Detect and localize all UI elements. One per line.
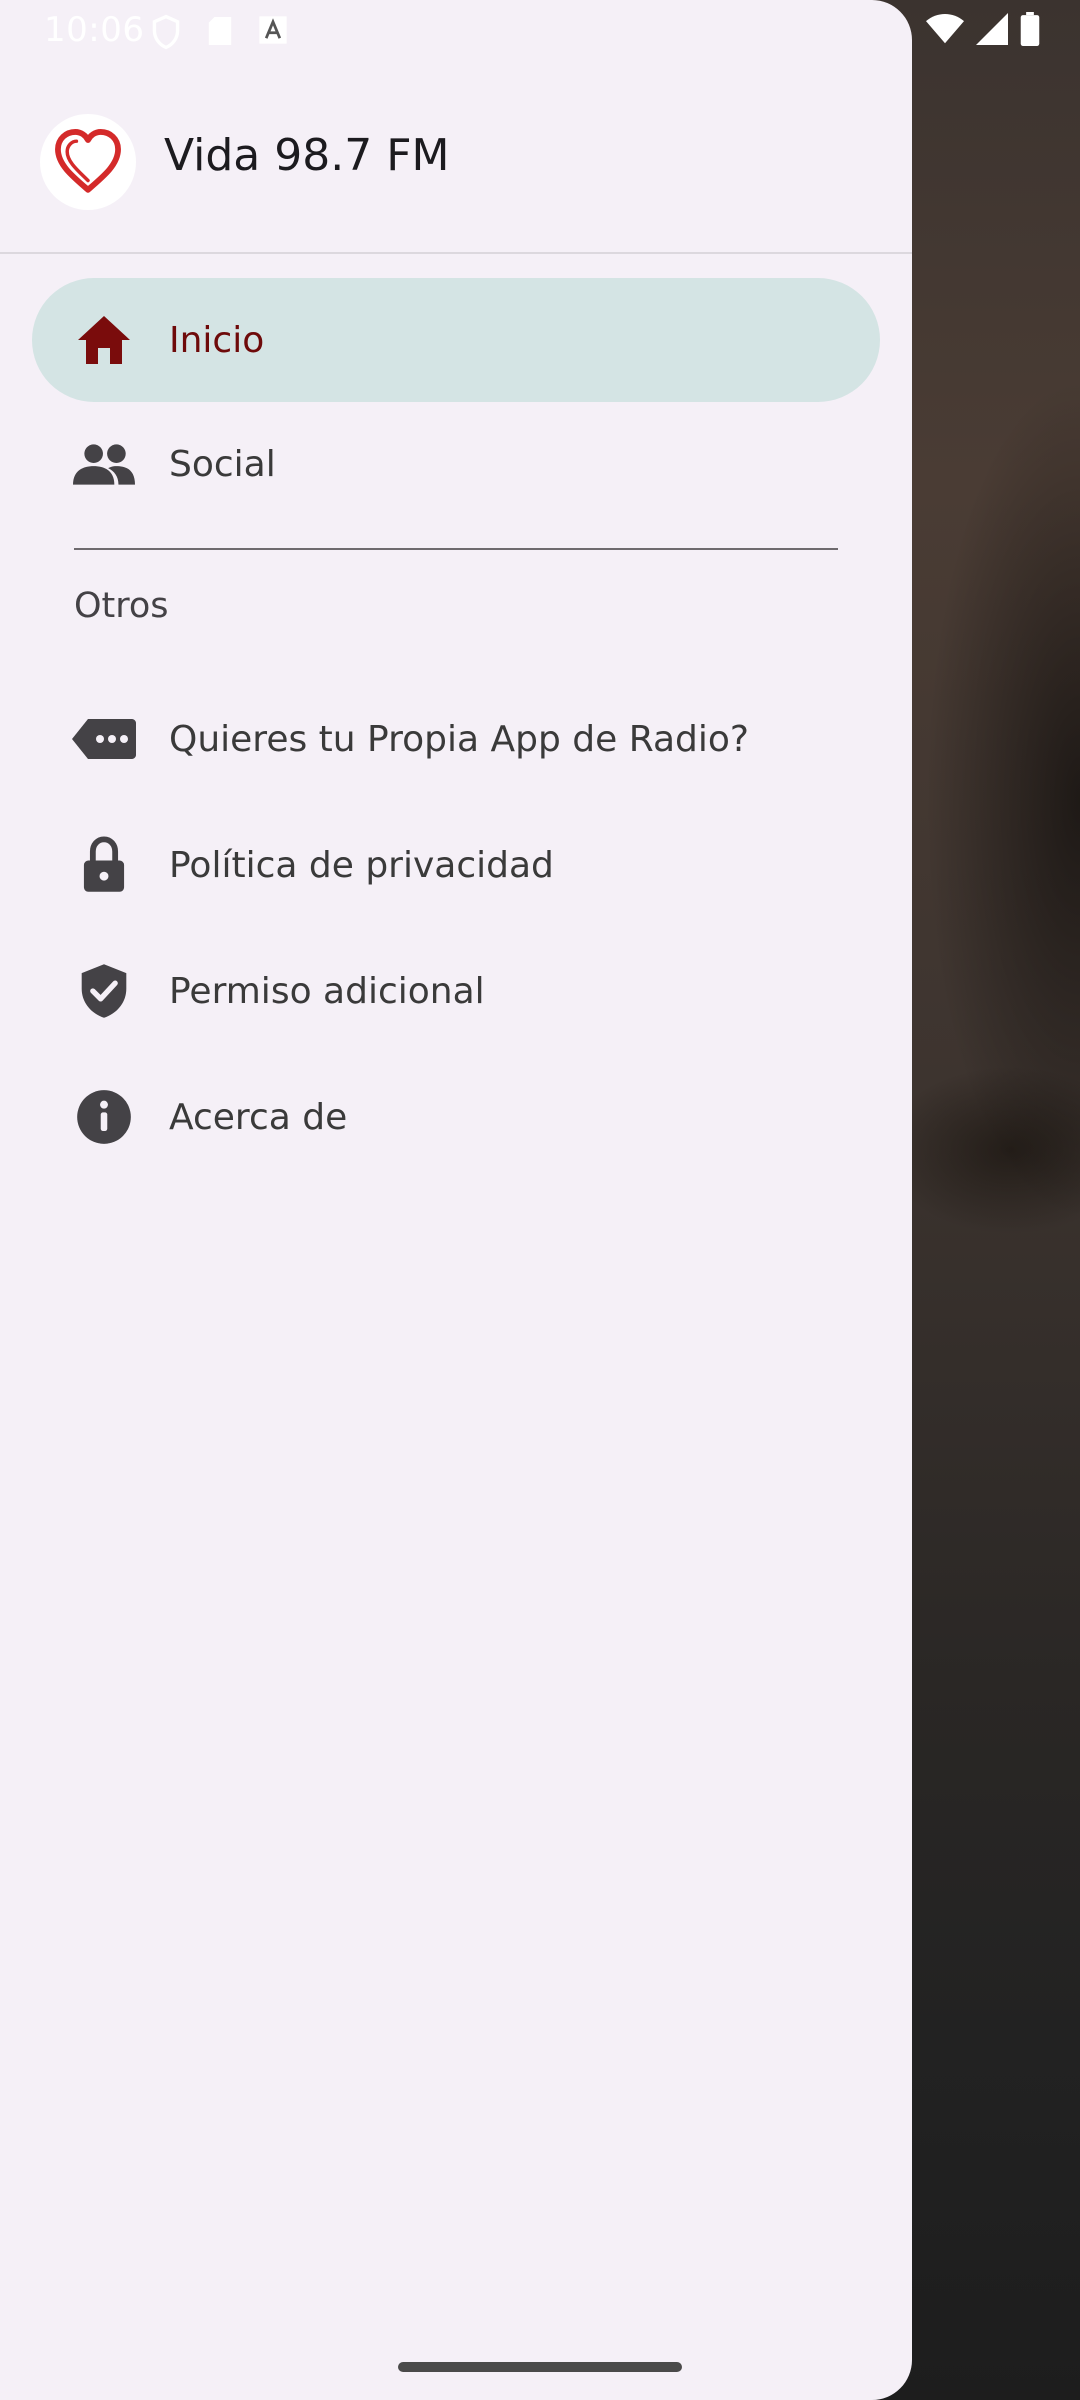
- drawer-item-permission[interactable]: Permiso adicional: [32, 929, 880, 1053]
- status-time: 10:06: [44, 10, 145, 50]
- drawer-item-label: Social: [169, 443, 276, 485]
- drawer-item-own-app[interactable]: Quieres tu Propia App de Radio?: [32, 677, 880, 801]
- notification-icons: [150, 14, 288, 54]
- verified-shield-icon: [72, 959, 136, 1023]
- status-bar: 10:06: [0, 0, 1080, 62]
- drawer-item-privacy[interactable]: Política de privacidad: [32, 803, 880, 927]
- tag-dots-icon: [72, 707, 136, 771]
- home-indicator[interactable]: [398, 2362, 682, 2372]
- drawer-item-label: Política de privacidad: [169, 844, 554, 886]
- heart-logo: [40, 114, 136, 210]
- drawer-item-label: Quieres tu Propia App de Radio?: [169, 718, 749, 760]
- font-icon: [258, 14, 288, 54]
- lock-icon: [72, 833, 136, 897]
- info-icon: [72, 1085, 136, 1149]
- signal-icon: [976, 13, 1008, 49]
- navigation-drawer: Vida 98.7 FM Inicio Social Otros Quieres…: [0, 0, 912, 2400]
- home-icon: [72, 308, 136, 372]
- drawer-item-social[interactable]: Social: [32, 402, 880, 526]
- system-icons: [926, 12, 1040, 50]
- drawer-item-label: Inicio: [169, 319, 265, 361]
- drawer-item-label: Acerca de: [169, 1096, 348, 1138]
- drawer-item-inicio[interactable]: Inicio: [32, 278, 880, 402]
- divider: [74, 548, 838, 550]
- sd-card-icon: [206, 14, 234, 54]
- battery-icon: [1020, 12, 1040, 50]
- shield-icon: [150, 14, 182, 54]
- people-icon: [72, 432, 136, 496]
- wifi-icon: [926, 13, 964, 49]
- app-title: Vida 98.7 FM: [164, 130, 450, 181]
- drawer-item-about[interactable]: Acerca de: [32, 1055, 880, 1179]
- drawer-header: Vida 98.7 FM: [0, 62, 912, 254]
- section-header-otros: Otros: [74, 586, 169, 626]
- drawer-item-label: Permiso adicional: [169, 970, 485, 1012]
